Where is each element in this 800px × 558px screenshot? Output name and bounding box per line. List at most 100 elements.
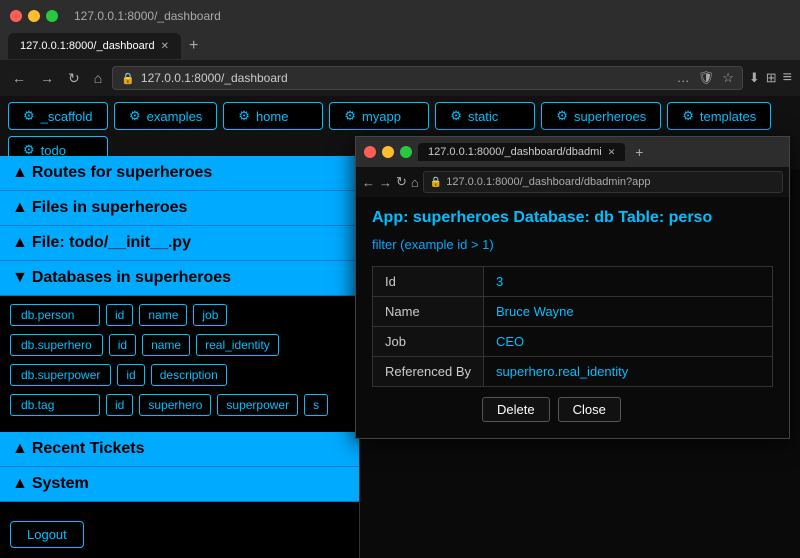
db-superpower-link[interactable]: db.superpower [10, 364, 111, 386]
tab-label: 127.0.0.1:8000/_dashboard [20, 40, 155, 52]
gear-icon: ⚙ [682, 108, 694, 124]
nav-home[interactable]: ⚙ home [223, 102, 323, 130]
job-value: CEO [484, 327, 773, 357]
system-arrow: ▲ [12, 475, 28, 493]
routes-arrow: ▲ [12, 164, 28, 182]
name-label: Name [373, 297, 484, 327]
name-value: Bruce Wayne [484, 297, 773, 327]
close-window-button[interactable] [10, 10, 22, 22]
table-row: db.tag id superhero superpower s [10, 394, 349, 416]
field-badge: job [193, 304, 227, 326]
field-badge: name [142, 334, 190, 356]
table-row: Id 3 [373, 267, 773, 297]
tab-bar: 127.0.0.1:8000/_dashboard ✕ + [0, 32, 800, 60]
browser-titlebar: 127.0.0.1:8000/_dashboard [0, 0, 800, 32]
address-bar-row: ← → ↻ ⌂ 🔒 127.0.0.1:8000/_dashboard … 🛡 … [0, 60, 800, 96]
popup-new-tab-button[interactable]: + [635, 144, 643, 160]
address-bar[interactable]: 🔒 127.0.0.1:8000/_dashboard … 🛡 ☆ [112, 66, 743, 90]
popup-minimize-button[interactable] [382, 146, 394, 158]
nav-superheroes[interactable]: ⚙ superheroes [541, 102, 661, 130]
sidebar-section-files[interactable]: ▲ Files in superheroes [0, 191, 359, 226]
table-row: db.person id name job [10, 304, 349, 326]
sidebar-section-databases[interactable]: ▼ Databases in superheroes [0, 261, 359, 296]
field-badge: name [139, 304, 187, 326]
routes-label: Routes for superheroes [32, 164, 212, 182]
sidebar-section-recent-tickets[interactable]: ▲ Recent Tickets [0, 432, 359, 467]
id-label: Id [373, 267, 484, 297]
db-person-link[interactable]: db.person [10, 304, 100, 326]
popup-titlebar: 127.0.0.1:8000/_dashboard/dbadmi ✕ + [356, 137, 789, 167]
popup-tab-close-icon[interactable]: ✕ [608, 147, 616, 158]
gear-icon: ⚙ [23, 108, 35, 124]
extensions-icon[interactable]: ⊞ [766, 70, 777, 86]
popup-fullscreen-button[interactable] [400, 146, 412, 158]
gear-icon: ⚙ [450, 108, 462, 124]
logout-button[interactable]: Logout [10, 521, 84, 548]
minimize-window-button[interactable] [28, 10, 40, 22]
popup-address-row: ← → ↻ ⌂ 🔒 127.0.0.1:8000/_dashboard/dbad… [356, 167, 789, 197]
popup-traffic-lights [364, 146, 412, 158]
nav-examples[interactable]: ⚙ examples [114, 102, 217, 130]
popup-tab-label: 127.0.0.1:8000/_dashboard/dbadmi [428, 146, 602, 158]
popup-filter-link[interactable]: filter (example id > 1) [372, 237, 773, 252]
field-badge: id [106, 304, 133, 326]
sidebar-section-routes[interactable]: ▲ Routes for superheroes [0, 156, 359, 191]
download-icon[interactable]: ⬇ [749, 70, 760, 86]
address-text: 127.0.0.1:8000/_dashboard [141, 71, 288, 85]
nav-static[interactable]: ⚙ static [435, 102, 535, 130]
sidebar-section-file-todo[interactable]: ▲ File: todo/__init__.py [0, 226, 359, 261]
fullscreen-window-button[interactable] [46, 10, 58, 22]
popup-content: App: superheroes Database: db Table: per… [356, 197, 789, 438]
databases-arrow: ▼ [12, 269, 28, 287]
gear-icon: ⚙ [129, 108, 141, 124]
popup-forward-button[interactable]: → [379, 175, 392, 190]
popup-address-bar[interactable]: 🔒 127.0.0.1:8000/_dashboard/dbadmin?app [423, 171, 783, 193]
window-title: 127.0.0.1:8000/_dashboard [74, 9, 221, 23]
file-todo-label: File: todo/__init__.py [32, 234, 191, 252]
app-content: ⚙ _scaffold ⚙ examples ⚙ home ⚙ myapp ⚙ … [0, 96, 800, 558]
nav-scaffold[interactable]: ⚙ _scaffold [8, 102, 108, 130]
new-tab-button[interactable]: + [185, 37, 202, 55]
popup-close-button[interactable] [364, 146, 376, 158]
popup-db-title: App: superheroes Database: db Table: per… [372, 209, 773, 227]
popup-tab[interactable]: 127.0.0.1:8000/_dashboard/dbadmi ✕ [418, 143, 625, 161]
forward-button[interactable]: → [36, 68, 58, 88]
gear-icon: ⚙ [344, 108, 356, 124]
db-tag-link[interactable]: db.tag [10, 394, 100, 416]
star-icon[interactable]: ☆ [722, 70, 734, 86]
gear-icon: ⚙ [238, 108, 250, 124]
popup-actions: Delete Close [372, 387, 773, 426]
db-superhero-link[interactable]: db.superhero [10, 334, 103, 356]
popup-back-button[interactable]: ← [362, 175, 375, 190]
nav-myapp[interactable]: ⚙ myapp [329, 102, 429, 130]
active-tab[interactable]: 127.0.0.1:8000/_dashboard ✕ [8, 33, 181, 59]
field-badge: superhero [139, 394, 211, 416]
popup-home-button[interactable]: ⌂ [411, 175, 419, 190]
popup-address-text: 127.0.0.1:8000/_dashboard/dbadmin?app [446, 176, 650, 188]
record-table: Id 3 Name Bruce Wayne Job CEO Referenced… [372, 266, 773, 387]
nav-templates[interactable]: ⚙ templates [667, 102, 771, 130]
tab-close-icon[interactable]: ✕ [161, 41, 169, 52]
back-button[interactable]: ← [8, 68, 30, 88]
home-button[interactable]: ⌂ [90, 68, 106, 88]
field-badge: description [151, 364, 227, 386]
bookmark-icon[interactable]: … [677, 70, 690, 86]
menu-icon[interactable]: ≡ [783, 69, 792, 87]
sidebar-section-system[interactable]: ▲ System [0, 467, 359, 502]
popup-reload-button[interactable]: ↻ [396, 174, 407, 190]
field-badge: s [304, 394, 328, 416]
job-label: Job [373, 327, 484, 357]
logout-area: Logout [10, 521, 84, 548]
shield-icon[interactable]: 🛡 [698, 70, 715, 86]
recent-tickets-arrow: ▲ [12, 440, 28, 458]
table-row: db.superpower id description [10, 364, 349, 386]
field-badge: superpower [217, 394, 298, 416]
popup-window: 127.0.0.1:8000/_dashboard/dbadmi ✕ + ← →… [355, 136, 790, 439]
referenced-by-label: Referenced By [373, 357, 484, 387]
gear-icon: ⚙ [556, 108, 568, 124]
sidebar: ▲ Routes for superheroes ▲ Files in supe… [0, 156, 360, 558]
close-button[interactable]: Close [558, 397, 621, 422]
reload-button[interactable]: ↻ [64, 68, 84, 89]
delete-button[interactable]: Delete [482, 397, 550, 422]
databases-label: Databases in superheroes [32, 269, 231, 287]
